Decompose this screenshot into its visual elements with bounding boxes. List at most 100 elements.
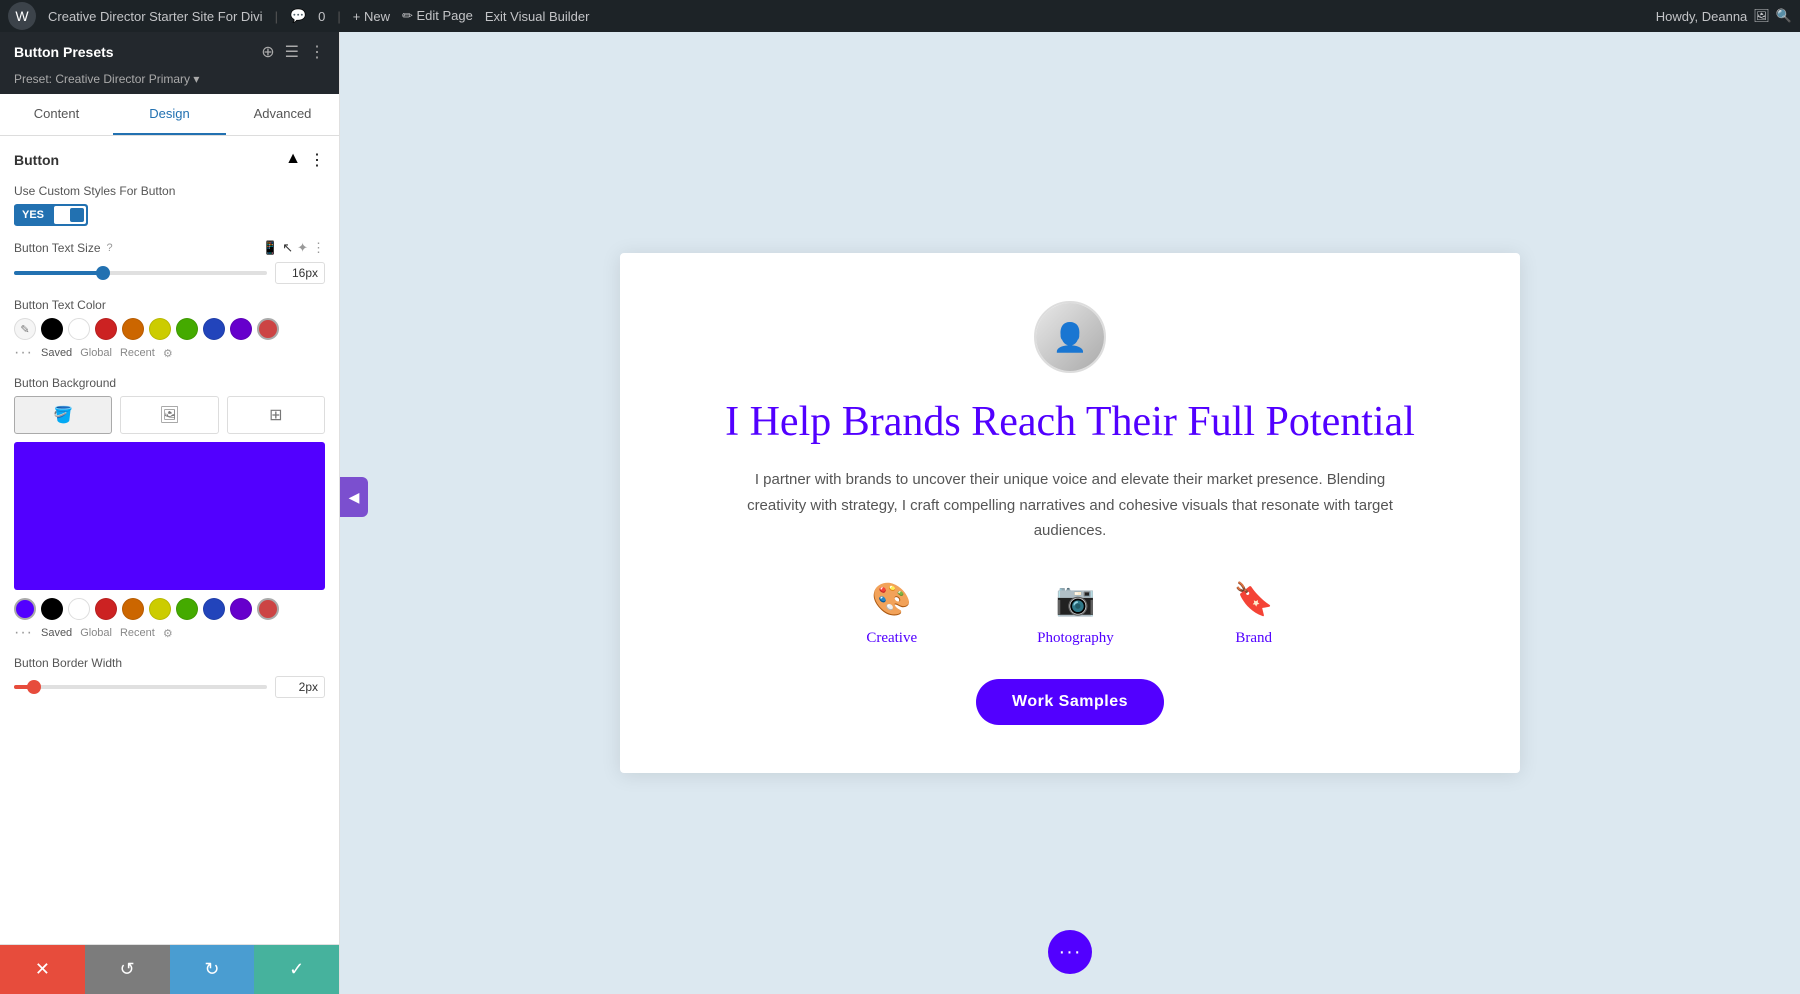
- hero-title: I Help Brands Reach Their Full Potential: [680, 397, 1460, 447]
- bg-swatch-blue[interactable]: [203, 598, 225, 620]
- avatar: 🖼: [1753, 8, 1770, 24]
- button-text-color-label: Button Text Color: [14, 298, 325, 312]
- photography-icon: 📷: [1056, 580, 1096, 618]
- edit-page-button[interactable]: ✏ Edit Page: [402, 8, 473, 24]
- cta-button[interactable]: Work Samples: [976, 679, 1164, 725]
- save-button[interactable]: ✓: [254, 945, 339, 994]
- text-color-more-dots[interactable]: ···: [14, 344, 33, 362]
- creative-label: Creative: [866, 630, 917, 647]
- tab-advanced[interactable]: Advanced: [226, 94, 339, 135]
- bg-swatch-purple-active[interactable]: [14, 598, 36, 620]
- color-swatch-yellow[interactable]: [149, 318, 171, 340]
- custom-styles-label: Use Custom Styles For Button: [14, 184, 325, 198]
- color-swatch-blue[interactable]: [203, 318, 225, 340]
- bg-type-image-btn[interactable]: 🖼: [120, 396, 218, 434]
- toggle-yes-text: YES: [14, 205, 52, 225]
- icon-item-creative: 🎨 Creative: [866, 580, 917, 647]
- wp-logo-icon[interactable]: W: [8, 2, 36, 30]
- color-swatch-custom[interactable]: [257, 318, 279, 340]
- color-swatch-black[interactable]: [41, 318, 63, 340]
- color-swatch-purple[interactable]: [230, 318, 252, 340]
- bg-color-recent[interactable]: Recent: [120, 627, 155, 639]
- panel-title: Button Presets: [14, 44, 114, 60]
- custom-styles-row: Use Custom Styles For Button YES: [14, 184, 325, 226]
- icons-row: 🎨 Creative 📷 Photography 🔖 Brand: [680, 580, 1460, 647]
- panel-expand-icon[interactable]: ⊕: [261, 42, 274, 62]
- bg-color-global[interactable]: Global: [80, 627, 112, 639]
- mobile-icon[interactable]: 📱: [262, 240, 278, 256]
- bg-type-fill-btn[interactable]: 🪣: [14, 396, 112, 434]
- panel-bottom-bar: ✕ ↺ ↻ ✓: [0, 944, 339, 994]
- exit-visual-builder-button[interactable]: Exit Visual Builder: [485, 9, 590, 24]
- dots-icon[interactable]: ⋮: [312, 240, 325, 256]
- bg-swatch-yellow[interactable]: [149, 598, 171, 620]
- floating-dots-button[interactable]: ···: [1048, 930, 1092, 974]
- tab-design[interactable]: Design: [113, 94, 226, 135]
- color-swatch-white[interactable]: [68, 318, 90, 340]
- color-swatch-red[interactable]: [95, 318, 117, 340]
- color-swatch-orange[interactable]: [122, 318, 144, 340]
- button-border-width-text: Button Border Width: [14, 656, 122, 670]
- comment-count[interactable]: 0: [318, 9, 325, 24]
- color-swatch-green[interactable]: [176, 318, 198, 340]
- text-size-value-input[interactable]: [275, 262, 325, 284]
- device-icons: 📱 ↖ ✦ ⋮: [262, 240, 325, 256]
- bg-swatch-green[interactable]: [176, 598, 198, 620]
- pin-icon[interactable]: ✦: [297, 240, 308, 256]
- reset-button[interactable]: ↺: [85, 945, 170, 994]
- text-color-palette: ✎: [14, 318, 325, 340]
- bg-swatch-red[interactable]: [95, 598, 117, 620]
- panel-more-icon[interactable]: ⋮: [309, 42, 325, 62]
- text-size-slider-fill: [14, 271, 103, 275]
- cursor-icon[interactable]: ↖: [282, 240, 293, 256]
- bg-swatch-purple[interactable]: [230, 598, 252, 620]
- bg-color-cog[interactable]: ⚙: [163, 627, 173, 640]
- discard-button[interactable]: ✕: [0, 945, 85, 994]
- button-background-field: Button Background 🪣 🖼 ⊞: [14, 376, 325, 642]
- text-color-recent[interactable]: Recent: [120, 347, 155, 359]
- text-color-meta: ··· Saved Global Recent ⚙: [14, 344, 325, 362]
- panel-toggle-tab[interactable]: ◀: [340, 477, 368, 517]
- text-color-saved[interactable]: Saved: [41, 347, 72, 359]
- site-name[interactable]: Creative Director Starter Site For Divi: [48, 9, 263, 24]
- custom-styles-toggle[interactable]: YES: [14, 204, 88, 226]
- bg-swatch-orange[interactable]: [122, 598, 144, 620]
- text-size-slider-track[interactable]: [14, 271, 267, 275]
- bg-type-row: 🪣 🖼 ⊞: [14, 396, 325, 434]
- icon-item-brand: 🔖 Brand: [1234, 580, 1274, 647]
- button-background-label: Button Background: [14, 376, 325, 390]
- new-button[interactable]: + New: [353, 9, 390, 24]
- eyedropper-swatch[interactable]: ✎: [14, 318, 36, 340]
- panel-subheader: Preset: Creative Director Primary ▾: [0, 72, 339, 94]
- text-color-cog[interactable]: ⚙: [163, 347, 173, 360]
- border-slider-track[interactable]: [14, 685, 267, 689]
- section-title: Button: [14, 152, 59, 168]
- section-collapse-icon[interactable]: ▲: [285, 150, 301, 170]
- bg-swatch-custom[interactable]: [257, 598, 279, 620]
- panel-grid-icon[interactable]: ☰: [285, 42, 299, 62]
- border-slider-thumb[interactable]: [27, 680, 41, 694]
- text-size-slider-thumb[interactable]: [96, 266, 110, 280]
- history-button[interactable]: ↻: [170, 945, 255, 994]
- bg-color-saved[interactable]: Saved: [41, 627, 72, 639]
- bg-swatch-white[interactable]: [68, 598, 90, 620]
- icon-item-photography: 📷 Photography: [1037, 580, 1114, 647]
- button-border-width-field: Button Border Width: [14, 656, 325, 698]
- tab-content[interactable]: Content: [0, 94, 113, 135]
- photography-label: Photography: [1037, 630, 1114, 647]
- bg-type-gradient-btn[interactable]: ⊞: [227, 396, 325, 434]
- bg-swatch-black[interactable]: [41, 598, 63, 620]
- bg-color-more-dots[interactable]: ···: [14, 624, 33, 642]
- text-size-slider-row: [14, 262, 325, 284]
- border-width-value-input[interactable]: [275, 676, 325, 698]
- preset-label[interactable]: Preset: Creative Director Primary ▾: [14, 72, 199, 86]
- bg-color-preview[interactable]: [14, 442, 325, 590]
- panel-header: Button Presets ⊕ ☰ ⋮: [0, 32, 339, 72]
- section-more-icon[interactable]: ⋮: [309, 150, 325, 170]
- app-container: Button Presets ⊕ ☰ ⋮ Preset: Creative Di…: [0, 0, 1800, 994]
- help-icon[interactable]: ?: [107, 242, 113, 254]
- text-color-global[interactable]: Global: [80, 347, 112, 359]
- search-icon[interactable]: 🔍: [1776, 8, 1792, 24]
- creative-icon: 🎨: [872, 580, 912, 618]
- wp-admin-bar: W Creative Director Starter Site For Div…: [0, 0, 1800, 32]
